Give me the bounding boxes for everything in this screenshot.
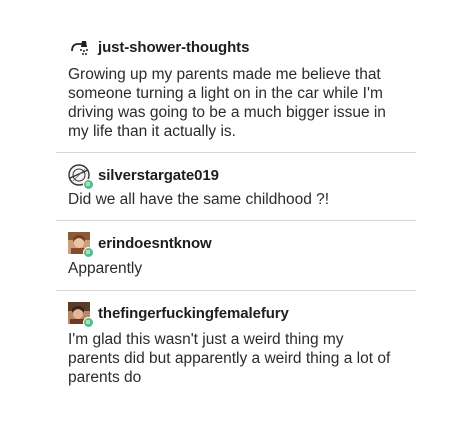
post-header: erindoesntknow	[68, 232, 212, 258]
username[interactable]: thefingerfuckingfemalefury	[98, 305, 289, 322]
reblog-badge-icon	[83, 179, 94, 190]
shower-head-icon[interactable]	[68, 36, 90, 58]
post-text: I'm glad this wasn't just a weird thing …	[68, 331, 391, 386]
username[interactable]: just-shower-thoughts	[98, 39, 249, 56]
divider	[56, 220, 416, 221]
post-header: just-shower-thoughts	[68, 36, 249, 58]
post-header: thefingerfuckingfemalefury	[68, 302, 289, 328]
post-text: Growing up my parents made me believe th…	[68, 66, 386, 140]
divider	[56, 290, 416, 291]
post-text: Apparently	[68, 260, 143, 277]
reblog-badge-icon	[83, 317, 94, 328]
reblog-badge-icon	[83, 247, 94, 258]
user-photo-icon[interactable]	[68, 302, 94, 328]
stargate-icon[interactable]	[68, 164, 94, 190]
user-photo-icon[interactable]	[68, 232, 94, 258]
post-header: silverstargate019	[68, 164, 219, 190]
divider	[56, 152, 416, 153]
post-text: Did we all have the same childhood ?!	[68, 191, 330, 208]
username[interactable]: erindoesntknow	[98, 235, 212, 252]
username[interactable]: silverstargate019	[98, 167, 219, 184]
